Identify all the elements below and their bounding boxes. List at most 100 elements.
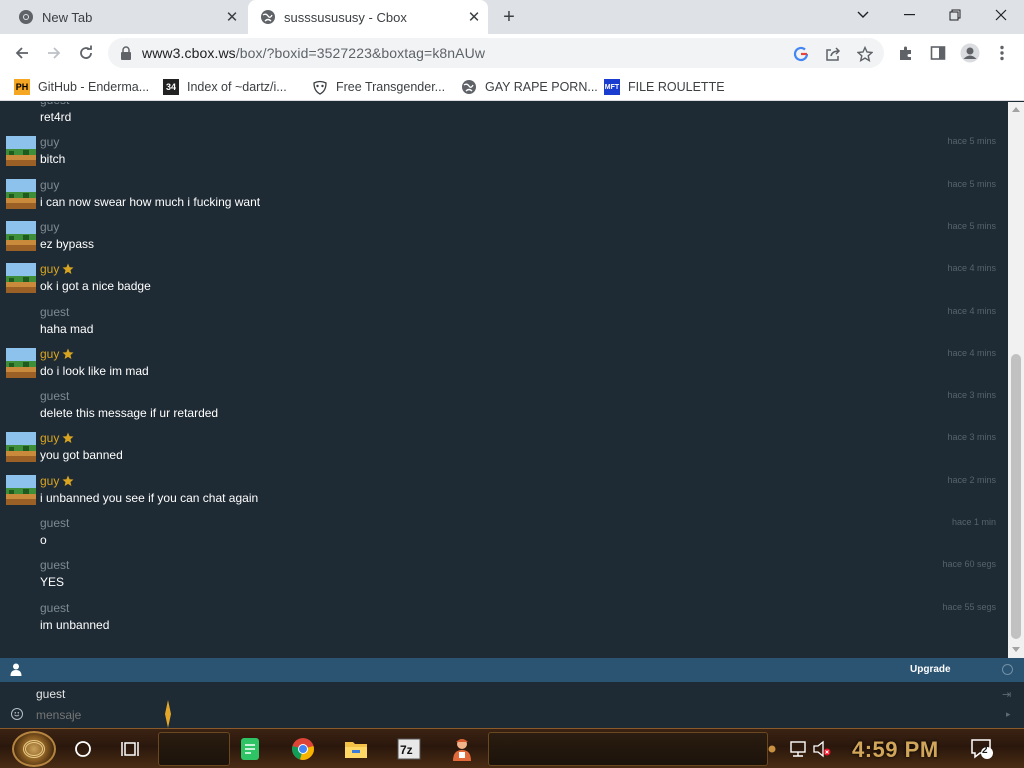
notification-icon[interactable]: 2: [970, 737, 994, 761]
message-text: YES: [40, 575, 65, 590]
avatar[interactable]: [6, 347, 36, 378]
network-icon[interactable]: [786, 737, 810, 761]
message-text: im unbanned: [40, 617, 110, 632]
message-text: do i look like im mad: [40, 363, 149, 378]
message-author[interactable]: guy: [40, 347, 74, 361]
user-icon[interactable]: [10, 663, 22, 676]
tab-strip: New Tab ✕ susssusususy - Cbox ✕ +: [0, 0, 1024, 34]
chat-scrollbar[interactable]: [1008, 102, 1024, 658]
chat-message: guy i unbanned you see if you can chat ag…: [0, 471, 1008, 513]
star-badge-icon: [62, 263, 74, 275]
message-author[interactable]: guest: [40, 558, 69, 572]
mask-icon: [312, 79, 328, 95]
back-button[interactable]: [8, 39, 36, 67]
avatar[interactable]: [6, 178, 36, 209]
menu-icon[interactable]: [988, 39, 1016, 67]
bookmark-item[interactable]: PH GitHub - Enderma...: [14, 76, 149, 98]
message-author[interactable]: guy: [40, 431, 74, 445]
task-view-icon[interactable]: [119, 737, 143, 761]
message-author[interactable]: guy: [40, 474, 74, 488]
start-button[interactable]: [12, 731, 56, 767]
bookmark-item[interactable]: 34 Index of ~dartz/i...: [163, 76, 287, 98]
guest-name-field[interactable]: guest: [36, 687, 65, 701]
bookmark-item[interactable]: GAY RAPE PORN...: [461, 76, 598, 98]
new-tab-button[interactable]: +: [496, 5, 522, 29]
share-icon[interactable]: [824, 45, 842, 63]
tab-cbox[interactable]: susssusususy - Cbox ✕: [248, 0, 488, 34]
author-name: guy: [40, 219, 60, 234]
upgrade-link[interactable]: Upgrade: [910, 664, 951, 675]
tray-expand-icon[interactable]: [764, 737, 780, 761]
cbox-post-form: guest ⇥ ▸: [0, 682, 1024, 728]
close-window-button[interactable]: [978, 0, 1024, 30]
sheets-icon[interactable]: [238, 737, 262, 761]
emoji-icon[interactable]: [11, 708, 23, 720]
star-badge-icon: [62, 432, 74, 444]
reload-button[interactable]: [72, 39, 100, 67]
send-icon[interactable]: ▸: [1006, 709, 1011, 720]
close-tab-icon[interactable]: ✕: [222, 7, 242, 27]
message-author[interactable]: guy: [40, 220, 59, 234]
status-ring-icon[interactable]: [1002, 664, 1013, 675]
restore-button[interactable]: [932, 0, 978, 30]
message-time: hace 4 mins: [947, 347, 996, 358]
profile-icon[interactable]: [956, 39, 984, 67]
message-author[interactable]: guest: [40, 305, 69, 319]
avatar[interactable]: [6, 474, 36, 505]
message-author[interactable]: guest: [40, 389, 69, 403]
google-icon[interactable]: [792, 45, 810, 63]
avatar[interactable]: [6, 432, 36, 463]
address-bar[interactable]: www3.cbox.ws/box/?boxid=3527223&boxtag=k…: [108, 38, 884, 68]
message-author[interactable]: guy: [40, 262, 74, 276]
message-author[interactable]: guest: [40, 516, 69, 530]
side-panel-icon[interactable]: [924, 39, 952, 67]
minimize-button[interactable]: [886, 0, 932, 30]
lock-icon[interactable]: [120, 46, 132, 60]
chat-message: guy you got banned hace 3 mins: [0, 428, 1008, 470]
message-text: ret4rd: [40, 110, 72, 124]
avatar[interactable]: [6, 263, 36, 294]
message-author[interactable]: guy: [40, 178, 59, 192]
file-explorer-icon[interactable]: [344, 737, 368, 761]
message-text: ok i got a nice badge: [40, 279, 151, 294]
extensions-icon[interactable]: [892, 39, 920, 67]
message-text: i unbanned you see if you can chat again: [40, 490, 259, 505]
chrome-icon[interactable]: [291, 737, 315, 761]
author-name: guest: [40, 304, 70, 319]
author-name: guy: [40, 135, 60, 150]
avatar[interactable]: [6, 220, 36, 251]
message-author[interactable]: guest: [40, 102, 69, 107]
7zip-icon[interactable]: 7z: [397, 737, 421, 761]
bookmark-item[interactable]: Free Transgender...: [312, 76, 445, 98]
avatar-app-icon[interactable]: [450, 737, 474, 761]
bookmark-item[interactable]: MFT FILE ROULETTE: [604, 76, 725, 98]
chat-messages[interactable]: guest ret4rd hace 5 mins guy bitch hace 5 min…: [0, 102, 1008, 658]
scroll-up-icon[interactable]: [1012, 107, 1020, 112]
forward-button[interactable]: [40, 39, 68, 67]
tab-search-icon[interactable]: [840, 0, 886, 30]
notification-count: 2: [982, 745, 988, 756]
author-name: guest: [40, 102, 69, 107]
message-time: hace 5 mins: [947, 136, 996, 147]
chat-message: guest im unbanned hace 55 segs: [0, 598, 1008, 640]
cortana-icon[interactable]: [71, 737, 95, 761]
login-icon[interactable]: ⇥: [1002, 688, 1011, 701]
bookmark-star-icon[interactable]: [856, 45, 874, 63]
url-text: www3.cbox.ws/box/?boxid=3527223&boxtag=k…: [142, 45, 485, 61]
avatar[interactable]: [6, 136, 36, 167]
message-text: you got banned: [40, 448, 123, 463]
star-badge-icon: [62, 475, 74, 486]
message-text: haha mad: [40, 321, 94, 336]
scroll-thumb[interactable]: [1011, 354, 1021, 639]
volume-muted-icon[interactable]: [810, 737, 834, 761]
author-name: guest: [40, 389, 70, 404]
chat-message: guest YES hace 60 segs: [0, 555, 1008, 597]
close-tab-icon[interactable]: ✕: [464, 7, 484, 27]
scroll-down-icon[interactable]: [1012, 647, 1020, 652]
message-author[interactable]: guy: [40, 135, 59, 149]
globe-icon: [261, 10, 275, 24]
clock[interactable]: 4:59 PM: [852, 737, 939, 763]
tab-new-tab[interactable]: New Tab ✕: [6, 0, 246, 34]
message-author[interactable]: guest: [40, 601, 69, 615]
taskbar-slot: [158, 732, 230, 766]
